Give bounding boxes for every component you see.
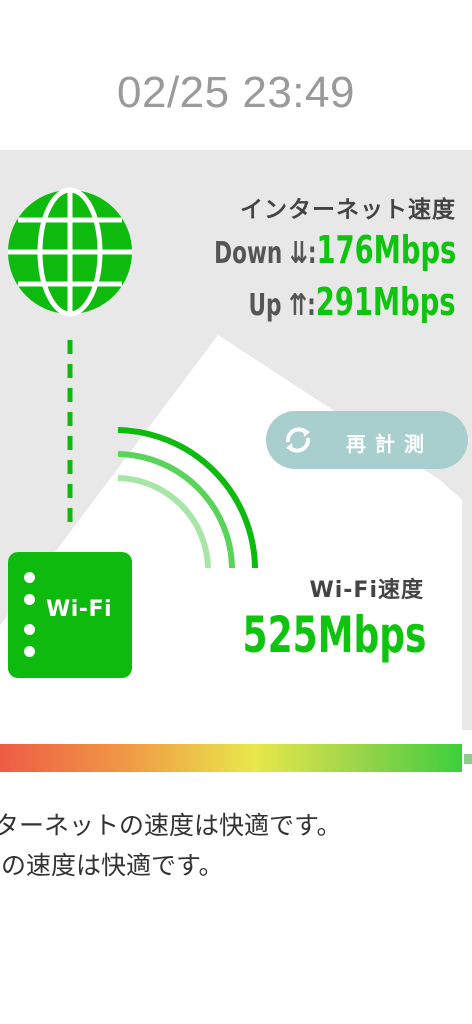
- led-dot: [24, 594, 35, 605]
- remeasure-label: 再計測: [346, 432, 433, 456]
- led-dot: [24, 572, 35, 583]
- upload-value: 291Mbps: [316, 280, 456, 324]
- quality-gauge-bar: [0, 744, 462, 772]
- wifi-status-message: iの速度は快適です。: [0, 851, 224, 880]
- gauge-marker: [464, 754, 472, 764]
- timestamp: 02/25 23:49: [117, 68, 355, 117]
- refresh-icon: [285, 427, 311, 453]
- internet-status-message: ターネットの速度は快適です。: [0, 811, 342, 840]
- download-speed: Down ⇊:176Mbps: [214, 228, 456, 272]
- connection-line: [67, 340, 73, 530]
- internet-speed-title: インターネット速度: [240, 197, 456, 223]
- download-label: Down ⇊:: [213, 236, 317, 271]
- upload-label: Up ⇈:: [248, 288, 317, 323]
- wifi-signal-icon: [117, 427, 258, 569]
- remeasure-button[interactable]: 再計測: [266, 411, 468, 469]
- led-dot: [24, 646, 35, 657]
- router-label: Wi-Fi: [46, 597, 113, 622]
- wifi-speed-value: 525Mbps: [242, 606, 426, 664]
- led-dot: [24, 624, 35, 635]
- upload-speed: Up ⇈:291Mbps: [249, 280, 456, 324]
- router-icon: Wi-Fi: [8, 552, 132, 678]
- download-value: 176Mbps: [316, 228, 456, 272]
- globe-icon: [8, 187, 132, 317]
- wifi-speed-title: Wi-Fi速度: [309, 578, 424, 603]
